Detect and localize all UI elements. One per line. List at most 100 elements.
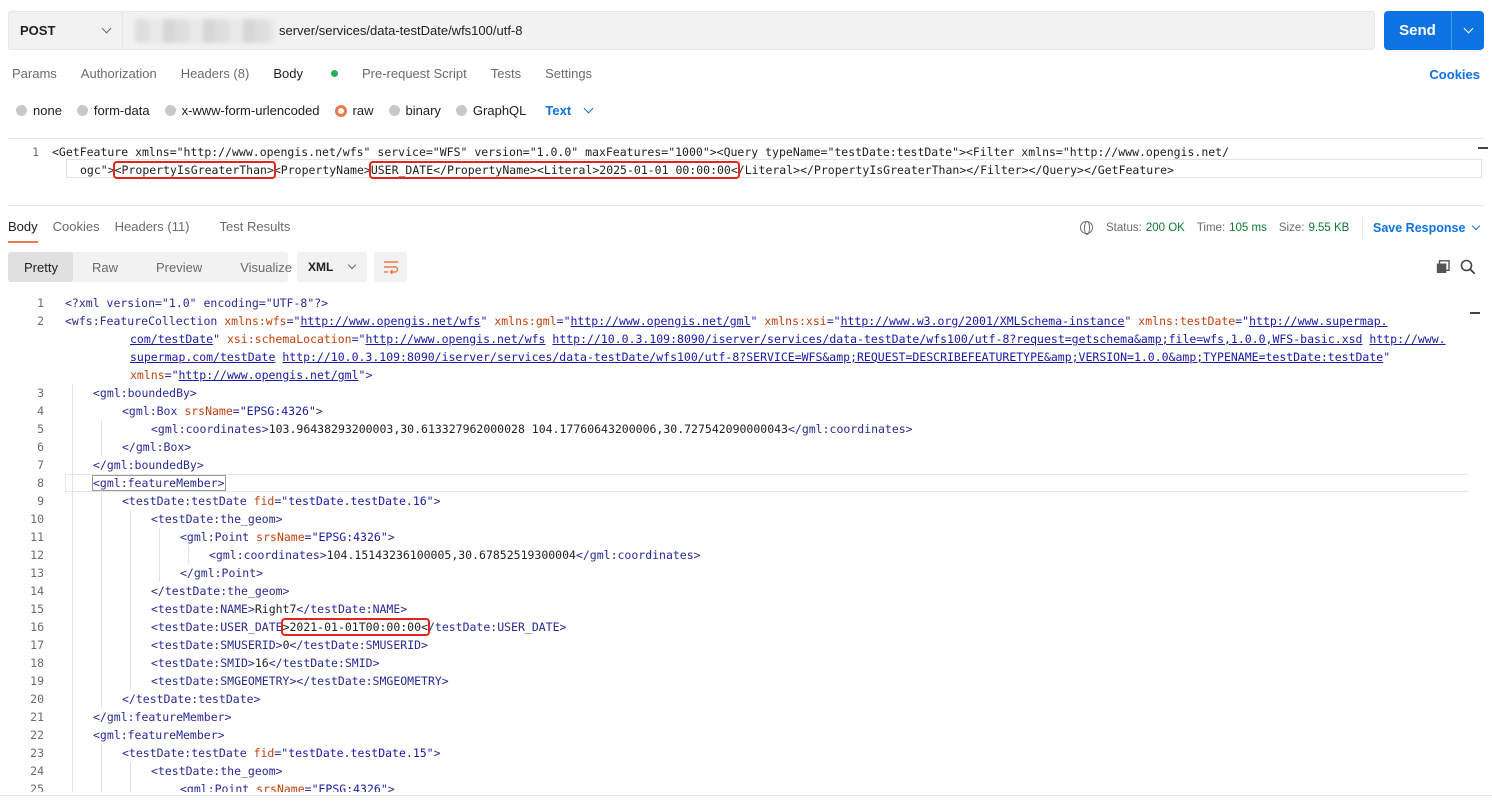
code-line: 16 <testDate:USER_DATE>2021-01-01T00:00:0… [30, 618, 567, 636]
code-line: 12 <gml:coordinates>104.15143236100005,30… [30, 548, 701, 562]
indent-guide [101, 420, 102, 456]
send-options-button[interactable] [1452, 23, 1484, 34]
indent-guide [101, 492, 102, 708]
code-line: 23 <testDate:testDate fid="testDate.testD… [30, 746, 441, 760]
request-tabs: Params Authorization Headers (8) Body Pr… [12, 66, 616, 81]
tab-settings[interactable]: Settings [545, 66, 592, 81]
code-line: 18 <testDate:SMID>16</testDate:SMID> [30, 656, 380, 670]
tab-prerequest-script[interactable]: Pre-request Script [362, 66, 467, 81]
code-line: 25 <gml:Point srsName="EPSG:4326"> [30, 782, 395, 792]
code-line: 13 </gml:Point> [30, 566, 264, 580]
request-body-editor[interactable]: 1 <GetFeature xmlns="http://www.opengis.n… [8, 138, 1484, 206]
code-line: 11 <gml:Point srsName="EPSG:4326"> [30, 530, 395, 544]
chevron-down-icon [583, 103, 594, 114]
chevron-down-icon [1463, 23, 1473, 34]
code-line: xmlns="http://www.opengis.net/gml"> [130, 368, 373, 382]
size-value: 9.55 KB [1308, 221, 1350, 234]
tab-body-label: Body [273, 66, 303, 81]
radio-circle-icon [455, 105, 467, 116]
code-line: 14 </testDate:the_geom> [30, 584, 290, 598]
status-footer [0, 795, 1492, 809]
url-input[interactable]: server/services/data-testDate/wfs100/utf… [123, 12, 1374, 49]
code-line: 2 <wfs:FeatureCollection xmlns:wfs="http:… [37, 314, 1388, 328]
tab-tests[interactable]: Tests [491, 66, 521, 81]
url-text: server/services/data-testDate/wfs100/utf… [279, 23, 523, 38]
code-line: 1 <?xml version="1.0" encoding="UTF-8"?> [37, 296, 329, 310]
response-tabs: Body Cookies Headers (11) Test Results [8, 219, 305, 243]
chevron-down-icon [1472, 221, 1481, 231]
code-line: 5 <gml:coordinates>103.96438293200003,30.… [37, 422, 913, 436]
res-tab-body[interactable]: Body [8, 219, 38, 243]
highlight-user-date-value: >2021-01-01T00:00:00< [280, 618, 430, 636]
chevron-down-icon [348, 260, 357, 270]
cookies-link[interactable]: Cookies [1429, 67, 1480, 82]
code-line: supermap.com/testDate http://10.0.3.109:… [130, 350, 1391, 364]
code-line: 6 </gml:Box> [37, 440, 192, 454]
response-body-code[interactable]: 1 <?xml version="1.0" encoding="UTF-8"?> … [8, 294, 1468, 792]
radio-urlencoded[interactable]: x-www-form-urlencoded [164, 103, 320, 118]
highlight-property-is-greater-than: <PropertyIsGreaterThan> [112, 161, 276, 179]
radio-selected-icon [334, 104, 347, 117]
res-tab-test-results[interactable]: Test Results [220, 219, 291, 243]
radio-form-data[interactable]: form-data [76, 103, 150, 118]
method-select[interactable]: POST [9, 12, 123, 49]
radio-binary[interactable]: binary [388, 103, 441, 118]
code-line: 22 <gml:featureMember> [30, 728, 225, 742]
redacted-url-host [135, 18, 275, 43]
response-view-modes: Pretty Raw Preview Visualize [8, 252, 292, 282]
save-response-button[interactable]: Save Response [1373, 221, 1481, 235]
indent-guide [101, 744, 102, 792]
request-body-line: <GetFeature xmlns="http://www.opengis.ne… [52, 145, 1230, 159]
tab-authorization[interactable]: Authorization [81, 66, 157, 81]
code-line: 19 <testDate:SMGEOMETRY></testDate:SMGEOM… [30, 674, 449, 688]
code-line: 7 </gml:boundedBy> [37, 458, 204, 472]
indent-guide [72, 384, 73, 792]
body-indicator-dot [330, 70, 338, 78]
code-line: 17 <testDate:SMUSERID>0</testDate:SMUSERI… [30, 638, 428, 652]
view-preview[interactable]: Preview [137, 252, 221, 282]
tab-body[interactable]: Body [273, 66, 338, 81]
editor-scroll-marker [1478, 147, 1488, 149]
res-tab-cookies[interactable]: Cookies [53, 219, 100, 243]
indent-guide [188, 546, 189, 564]
globe-icon[interactable] [1080, 221, 1093, 235]
code-line: 9 <testDate:testDate fid="testDate.testDa… [37, 494, 441, 508]
status-value: 200 OK [1145, 221, 1185, 234]
radio-circle-icon [76, 105, 88, 116]
request-bar: POST server/services/data-testDate/wfs10… [8, 11, 1375, 50]
code-line: 21 </gml:featureMember> [30, 710, 232, 724]
tab-params[interactable]: Params [12, 66, 57, 81]
send-button-group: Send [1384, 11, 1484, 50]
code-line: 3 <gml:boundedBy> [37, 386, 197, 400]
send-button[interactable]: Send [1384, 22, 1451, 39]
indent-guide [130, 762, 131, 792]
indent-guide [130, 510, 131, 690]
code-line: 15 <testDate:NAME>Right7</testDate:NAME> [30, 602, 408, 616]
response-scrollbar[interactable] [1470, 294, 1480, 794]
code-line: com/testDate" xsi:schemaLocation="http:/… [130, 332, 1446, 346]
request-body-code: 1 <GetFeature xmlns="http://www.opengis.n… [8, 143, 1229, 179]
res-tab-headers[interactable]: Headers (11) [115, 219, 205, 243]
body-type-radios: none form-data x-www-form-urlencoded raw… [16, 103, 594, 118]
format-select[interactable]: XML [297, 252, 367, 282]
radio-none[interactable]: none [16, 103, 62, 118]
code-line: 8 <gml:featureMember> [8, 474, 1468, 492]
radio-raw[interactable]: raw [334, 103, 374, 118]
view-raw[interactable]: Raw [73, 252, 137, 282]
highlight-user-date-literal: USER_DATE</PropertyName><Literal>2025-01… [368, 161, 740, 179]
radio-graphql[interactable]: GraphQL [455, 103, 526, 118]
method-label: POST [20, 23, 56, 38]
wrap-lines-button[interactable] [374, 252, 407, 282]
code-line: 4 <gml:Box srsName="EPSG:4326"> [37, 404, 323, 418]
view-pretty[interactable]: Pretty [8, 252, 73, 282]
language-select[interactable]: Text [545, 103, 594, 118]
tab-headers[interactable]: Headers (8) [181, 66, 250, 81]
search-icon[interactable] [1460, 259, 1476, 275]
time-value: 105 ms [1229, 221, 1267, 234]
code-line: 20 </testDate:testDate> [30, 692, 261, 706]
radio-circle-icon [164, 105, 176, 116]
copy-icon[interactable] [1436, 260, 1450, 274]
code-line: 10 <testDate:the_geom> [30, 512, 283, 526]
response-status: Status: 200 OK Time: 105 ms Size: 9.55 KB [1080, 221, 1361, 235]
wrap-lines-icon [383, 261, 398, 274]
